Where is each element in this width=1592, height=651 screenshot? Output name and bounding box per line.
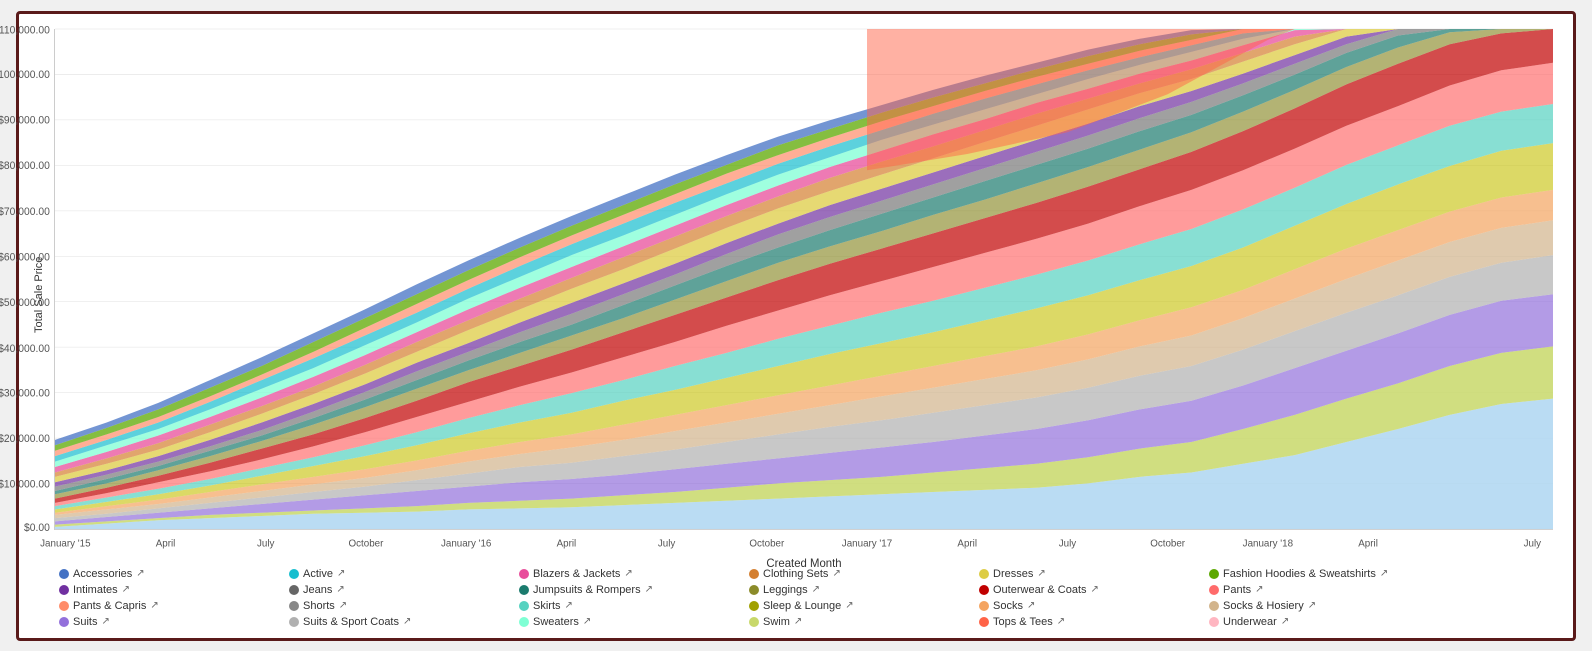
- legend-item-dresses: Dresses ↗: [979, 568, 1189, 580]
- legend-dot-blazers: [519, 569, 529, 579]
- legend-label-pants: Pants: [1223, 584, 1251, 596]
- legend-item-intimates: Intimates ↗: [59, 584, 269, 596]
- legend-dot-underwear: [1209, 617, 1219, 627]
- legend-dot-fashion-hoodies: [1209, 569, 1219, 579]
- legend-label-jeans: Jeans: [303, 584, 332, 596]
- legend-label-pants-capris: Pants & Capris: [73, 600, 146, 612]
- legend-dot-dresses: [979, 569, 989, 579]
- svg-text:$80,000.00: $80,000.00: [0, 159, 50, 171]
- legend-label-jumpsuits: Jumpsuits & Rompers: [533, 584, 641, 596]
- legend-dot-sleep-lounge: [749, 601, 759, 611]
- svg-text:$40,000.00: $40,000.00: [0, 342, 50, 354]
- legend-item-pants-capris: Pants & Capris ↗: [59, 600, 269, 612]
- legend-label-suits: Suits: [73, 616, 97, 628]
- legend-label-swim: Swim: [763, 616, 790, 628]
- legend-item-swim: Swim ↗: [749, 616, 959, 628]
- legend-dot-swim: [749, 617, 759, 627]
- legend-dot-outerwear: [979, 585, 989, 595]
- svg-text:$100,000.00: $100,000.00: [0, 68, 50, 80]
- legend-item-shorts: Shorts ↗: [289, 600, 499, 612]
- legend-label-outerwear: Outerwear & Coats: [993, 584, 1087, 596]
- legend-row-2: Intimates ↗ Jeans ↗ Jumpsuits & Rompers …: [59, 584, 1553, 596]
- legend-label-accessories: Accessories: [73, 568, 132, 580]
- legend-dot-skirts: [519, 601, 529, 611]
- legend-row-4: Suits ↗ Suits & Sport Coats ↗ Sweaters ↗…: [59, 616, 1553, 628]
- legend-area: Accessories ↗ Active ↗ Blazers & Jackets…: [29, 560, 1553, 628]
- legend-item-outerwear: Outerwear & Coats ↗: [979, 584, 1189, 596]
- svg-text:$10,000.00: $10,000.00: [0, 478, 50, 490]
- legend-label-fashion-hoodies: Fashion Hoodies & Sweatshirts: [1223, 568, 1376, 580]
- legend-dot-socks-hosiery: [1209, 601, 1219, 611]
- legend-label-dresses: Dresses: [993, 568, 1033, 580]
- legend-item-sweaters: Sweaters ↗: [519, 616, 729, 628]
- legend-item-socks: Socks ↗: [979, 600, 1189, 612]
- legend-item-underwear: Underwear ↗: [1209, 616, 1419, 628]
- chart-container: Total Sale Price: [16, 11, 1576, 641]
- legend-dot-suits-sport: [289, 617, 299, 627]
- legend-dot-active: [289, 569, 299, 579]
- legend-item-pants: Pants ↗: [1209, 584, 1419, 596]
- legend-item-jeans: Jeans ↗: [289, 584, 499, 596]
- legend-dot-shorts: [289, 601, 299, 611]
- legend-item-suits: Suits ↗: [59, 616, 269, 628]
- legend-dot-tops-tees: [979, 617, 989, 627]
- legend-label-socks: Socks: [993, 600, 1023, 612]
- svg-text:$60,000.00: $60,000.00: [0, 251, 50, 263]
- legend-item-active: Active ↗: [289, 568, 499, 580]
- legend-item-skirts: Skirts ↗: [519, 600, 729, 612]
- plot-area: $110,000.00 $100,000.00 $90,000.00 $80,0…: [54, 29, 1553, 530]
- svg-text:$0.00: $0.00: [24, 521, 50, 533]
- legend-label-tops-tees: Tops & Tees: [993, 616, 1053, 628]
- legend-item-jumpsuits: Jumpsuits & Rompers ↗: [519, 584, 729, 596]
- legend-label-intimates: Intimates: [73, 584, 118, 596]
- svg-text:$90,000.00: $90,000.00: [0, 114, 50, 126]
- svg-text:$20,000.00: $20,000.00: [0, 432, 50, 444]
- chart-svg: $110,000.00 $100,000.00 $90,000.00 $80,0…: [55, 29, 1553, 529]
- legend-item-blazers: Blazers & Jackets ↗: [519, 568, 729, 580]
- legend-dot-pants-capris: [59, 601, 69, 611]
- svg-text:$70,000.00: $70,000.00: [0, 205, 50, 217]
- legend-label-skirts: Skirts: [533, 600, 561, 612]
- legend-dot-jeans: [289, 585, 299, 595]
- legend-label-leggings: Leggings: [763, 584, 808, 596]
- legend-label-underwear: Underwear: [1223, 616, 1277, 628]
- legend-label-suits-sport: Suits & Sport Coats: [303, 616, 399, 628]
- svg-text:$110,000.00: $110,000.00: [0, 24, 50, 36]
- legend-dot-sweaters: [519, 617, 529, 627]
- legend-item-fashion-hoodies: Fashion Hoodies & Sweatshirts ↗: [1209, 568, 1419, 580]
- legend-row-3: Pants & Capris ↗ Shorts ↗ Skirts ↗ Sleep…: [59, 600, 1553, 612]
- legend-dot-intimates: [59, 585, 69, 595]
- legend-label-socks-hosiery: Socks & Hosiery: [1223, 600, 1304, 612]
- legend-item-accessories: Accessories ↗: [59, 568, 269, 580]
- legend-label-shorts: Shorts: [303, 600, 335, 612]
- legend-item-leggings: Leggings ↗: [749, 584, 959, 596]
- legend-dot-jumpsuits: [519, 585, 529, 595]
- legend-dot-leggings: [749, 585, 759, 595]
- svg-text:$30,000.00: $30,000.00: [0, 387, 50, 399]
- legend-dot-suits: [59, 617, 69, 627]
- legend-label-blazers: Blazers & Jackets: [533, 568, 620, 580]
- svg-text:$50,000.00: $50,000.00: [0, 296, 50, 308]
- legend-label-sleep-lounge: Sleep & Lounge: [763, 600, 841, 612]
- legend-item-socks-hosiery: Socks & Hosiery ↗: [1209, 600, 1419, 612]
- legend-dot-socks: [979, 601, 989, 611]
- x-axis-area: [54, 530, 1553, 560]
- legend-label-sweaters: Sweaters: [533, 616, 579, 628]
- legend-dot-accessories: [59, 569, 69, 579]
- legend-label-active: Active: [303, 568, 333, 580]
- legend-item-suits-sport: Suits & Sport Coats ↗: [289, 616, 499, 628]
- legend-item-tops-tees: Tops & Tees ↗: [979, 616, 1189, 628]
- legend-dot-pants: [1209, 585, 1219, 595]
- legend-item-sleep-lounge: Sleep & Lounge ↗: [749, 600, 959, 612]
- legend-dot-clothing-sets: [749, 569, 759, 579]
